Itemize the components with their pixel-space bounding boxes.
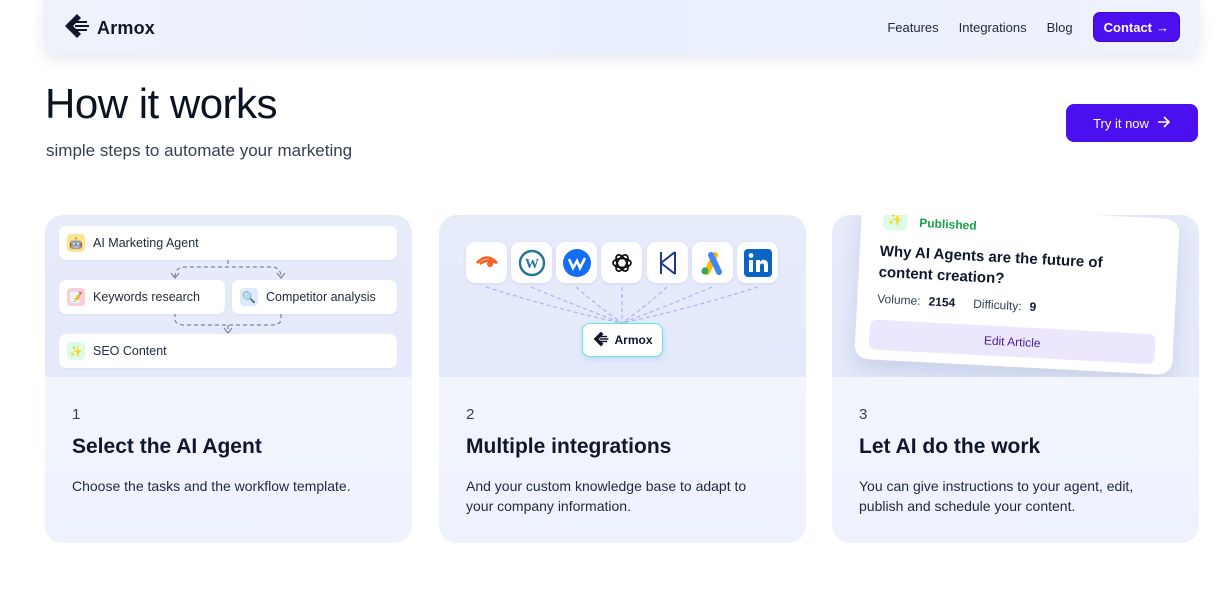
sparkles-icon: ✨ [882,215,909,232]
contact-button-label: Contact [1103,19,1152,35]
arrow-right-icon [1157,115,1171,131]
article-title: Why AI Agents are the future of content … [878,242,1104,288]
robot-icon: 🤖 [67,234,85,252]
arrow-right-icon: → [1156,19,1169,35]
step-description: Choose the tasks and the workflow templa… [72,478,351,494]
step-title: Let AI do the work [859,435,1041,458]
page-subtitle: simple steps to automate your marketing [46,141,353,160]
wordpress-icon[interactable]: W [511,242,552,283]
integrations-visual: W Armox [439,215,806,377]
klaviyo-icon[interactable] [647,242,688,283]
step-card-2-text: 2 Multiple integrations And your custom … [439,377,806,543]
nav-link-features[interactable]: Features [887,20,938,35]
edit-article-button[interactable]: Edit Article [868,319,1156,365]
step-number: 3 [859,406,868,423]
brand[interactable]: Armox [63,13,155,44]
memo-icon: 📝 [67,288,85,306]
seo-content-pill[interactable]: ✨ SEO Content [59,334,397,368]
article-visual: ✨ Published Why AI Agents are the future… [832,215,1199,377]
agent-pill[interactable]: 🤖 AI Marketing Agent [59,226,397,260]
difficulty-label: Difficulty: [972,296,1023,314]
step-description: And your custom knowledge base to adapt … [466,478,747,514]
seo-content-label: SEO Content [93,344,167,358]
semrush-icon[interactable] [466,242,507,283]
linkedin-icon[interactable] [737,242,778,283]
svg-text:W: W [525,257,539,272]
nav-link-integrations[interactable]: Integrations [959,20,1027,35]
agent-label: AI Marketing Agent [93,236,199,250]
article-card: ✨ Published Why AI Agents are the future… [854,215,1180,376]
armox-logo-icon [592,331,610,350]
step-card-2: W Armox 2 Multiple integrations And your… [439,215,806,543]
google-ads-icon[interactable] [692,242,733,283]
nav-link-blog[interactable]: Blog [1047,20,1073,35]
armox-hub-label: Armox [614,333,653,347]
status-badge: Published [918,215,977,233]
step-card-1-text: 1 Select the AI Agent Choose the tasks a… [45,377,412,543]
volume-value: 2154 [928,294,956,310]
try-it-now-label: Try it now [1093,115,1149,131]
step-title: Multiple integrations [466,435,672,458]
webflow-icon[interactable] [556,242,597,283]
step-number: 1 [72,406,81,423]
volume-label: Volume: [876,291,921,308]
step-card-3: 3 Let AI do the work You can give instru… [832,215,1199,543]
article-meta: Volume: 2154 Difficulty: 9 [877,292,1047,315]
step-number: 2 [466,406,475,423]
page-title: How it works [45,80,278,127]
sparkles-icon: ✨ [67,342,85,360]
difficulty-value: 9 [1029,299,1037,315]
armox-hub-chip: Armox [582,323,663,357]
magnifier-icon: 🔍 [240,288,258,306]
try-it-now-button[interactable]: Try it now [1066,104,1198,142]
contact-button[interactable]: Contact → [1092,12,1180,42]
competitor-label: Competitor analysis [266,290,376,304]
openai-icon[interactable] [601,242,642,283]
competitor-pill[interactable]: 🔍 Competitor analysis [232,280,397,314]
brand-name: Armox [97,18,156,38]
nav-links: Features Integrations Blog Contact → [887,12,1180,42]
step-card-3-text: 3 Let AI do the work You can give instru… [832,377,1199,543]
navbar: Armox Features Integrations Blog Contact… [43,0,1200,54]
armox-logo-icon [63,13,91,44]
keywords-pill[interactable]: 📝 Keywords research [59,280,225,314]
step-title: Select the AI Agent [72,435,262,458]
keywords-label: Keywords research [93,290,200,304]
step-description: You can give instructions to your agent,… [859,478,1134,514]
workflow-visual: 🤖 AI Marketing Agent 📝 Keywords research… [45,215,412,377]
step-card-1: 🤖 AI Marketing Agent 📝 Keywords research… [45,215,412,543]
